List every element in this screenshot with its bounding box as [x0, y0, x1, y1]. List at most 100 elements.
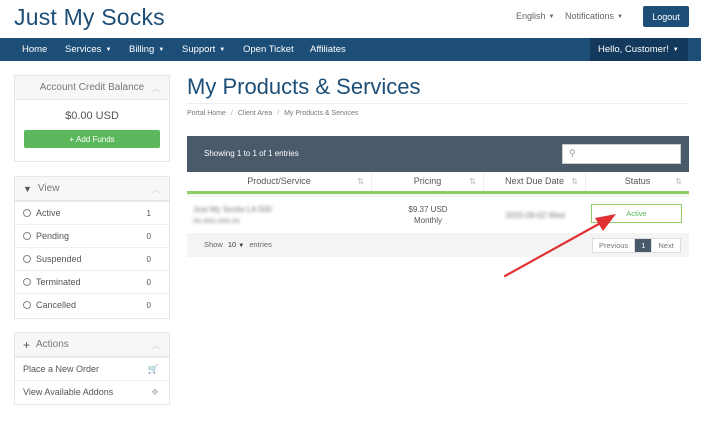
- radio-icon: [23, 209, 31, 217]
- caret-down-icon: ▼: [672, 47, 679, 53]
- plus-icon: +: [69, 134, 74, 144]
- sort-icon: ⇅: [571, 177, 578, 186]
- filter-label: Terminated: [36, 277, 81, 287]
- filter-active[interactable]: Active 1: [15, 201, 169, 224]
- pagination-previous[interactable]: Previous: [593, 239, 634, 252]
- filter-suspended[interactable]: Suspended 0: [15, 247, 169, 270]
- nav-services[interactable]: Services ▼: [65, 38, 111, 61]
- radio-icon: [23, 255, 31, 263]
- products-table: Showing 1 to 1 of 1 entries ⚲ Product/Se…: [187, 136, 689, 257]
- breadcrumb: Portal Home / Client Area / My Products & Se…: [187, 103, 689, 123]
- nav-open-ticket-label: Open Ticket: [243, 44, 294, 55]
- billing-cycle: Monthly: [413, 216, 442, 225]
- column-product-service[interactable]: Product/Service ⇅: [187, 172, 372, 191]
- pagination: Previous 1 Next: [592, 238, 681, 253]
- filter-icon: ▼: [23, 183, 32, 194]
- filter-count: 1: [146, 208, 151, 218]
- pagination-next[interactable]: Next: [651, 239, 679, 252]
- nav-support-label: Support: [182, 44, 216, 55]
- search-icon: ⚲: [569, 148, 576, 158]
- place-new-order-link[interactable]: Place a New Order 🛒: [15, 357, 169, 380]
- nav-support[interactable]: Support ▼: [182, 38, 225, 61]
- product-cell[interactable]: Just My Socks LA 500 xx.xxx.xxx.xx: [187, 197, 337, 233]
- table-search-input[interactable]: ⚲: [562, 144, 681, 164]
- view-panel-header: ▼ View ︿: [15, 177, 169, 201]
- chevron-down-icon: ▼: [238, 243, 245, 249]
- caret-down-icon: ▼: [548, 14, 555, 20]
- top-bar: Just My Socks English ▼ Notifications ▼ Lo…: [0, 0, 701, 38]
- add-funds-button[interactable]: + Add Funds: [24, 130, 160, 148]
- breadcrumb-current: My Products & Services: [284, 110, 359, 117]
- table-row[interactable]: Just My Socks LA 500 xx.xxx.xxx.xx $9.37…: [187, 197, 689, 233]
- nav-billing[interactable]: Billing ▼: [129, 38, 164, 61]
- status-badge: Active: [591, 204, 682, 223]
- credit-panel-header: Account Credit Balance ︿: [15, 76, 169, 100]
- table-header: Product/Service ⇅ Pricing ⇅ Next Due Date ⇅…: [187, 172, 689, 194]
- nav-home[interactable]: Home: [22, 38, 47, 61]
- action-label: View Available Addons: [23, 387, 114, 397]
- main-navbar: Home Services ▼ Billing ▼ Support ▼ Open Ti…: [0, 38, 701, 61]
- column-label: Next Due Date: [504, 176, 565, 186]
- language-dropdown[interactable]: English ▼: [516, 11, 554, 21]
- user-greeting: Hello, Customer!: [598, 44, 669, 55]
- chevron-up-icon[interactable]: ︿: [152, 184, 160, 195]
- user-menu[interactable]: Hello, Customer! ▼: [590, 38, 688, 61]
- breadcrumb-separator: /: [277, 110, 280, 117]
- sort-icon: ⇅: [675, 177, 682, 186]
- price-amount: $9.37 USD: [408, 205, 448, 214]
- nav-services-label: Services: [65, 44, 102, 55]
- page-size-select[interactable]: 10 ▼: [228, 240, 244, 249]
- view-addons-link[interactable]: View Available Addons ❖: [15, 380, 169, 403]
- table-footer: Show 10 ▼ entries Previous 1 Next: [187, 233, 689, 257]
- credit-panel: Account Credit Balance ︿ $0.00 USD + Add …: [14, 75, 170, 162]
- chevron-up-icon[interactable]: ︿: [152, 83, 160, 94]
- language-label: English: [516, 11, 546, 21]
- credit-title: Account Credit Balance: [39, 82, 145, 93]
- notifications-label: Notifications: [565, 11, 615, 21]
- view-filter-panel: ▼ View ︿ Active 1 Pending 0 Suspended 0 Ter…: [14, 176, 170, 319]
- filter-label: Active: [36, 208, 61, 218]
- caret-down-icon: ▼: [617, 14, 623, 20]
- filter-cancelled[interactable]: Cancelled 0: [15, 293, 169, 316]
- breadcrumb-client-area[interactable]: Client Area: [238, 110, 272, 117]
- nav-open-ticket[interactable]: Open Ticket: [243, 38, 294, 61]
- filter-count: 0: [146, 254, 151, 264]
- nav-affiliates[interactable]: Affiliates: [310, 38, 346, 61]
- actions-panel-header: + Actions ︿: [15, 333, 169, 357]
- notifications-dropdown[interactable]: Notifications ▼: [565, 11, 623, 21]
- product-domain: xx.xxx.xxx.xx: [193, 216, 240, 225]
- filter-count: 0: [146, 300, 151, 310]
- column-pricing[interactable]: Pricing ⇅: [372, 172, 484, 191]
- nav-affiliates-label: Affiliates: [310, 44, 346, 55]
- filter-count: 0: [146, 277, 151, 287]
- radio-icon: [23, 301, 31, 309]
- pagination-page-1[interactable]: 1: [634, 239, 652, 252]
- logout-button[interactable]: Logout: [643, 6, 689, 27]
- sort-icon: ⇅: [469, 177, 476, 186]
- entries-label: entries: [249, 240, 272, 249]
- table-toolbar: Showing 1 to 1 of 1 entries ⚲: [187, 136, 689, 172]
- view-title: View: [37, 183, 60, 194]
- credit-amount: $0.00 USD: [65, 110, 119, 122]
- page-size-value: 10: [227, 240, 237, 249]
- filter-terminated[interactable]: Terminated 0: [15, 270, 169, 293]
- chevron-up-icon[interactable]: ︿: [152, 340, 160, 351]
- column-status[interactable]: Status ⇅: [586, 172, 689, 191]
- sort-icon: ⇅: [357, 177, 364, 186]
- entries-info: Showing 1 to 1 of 1 entries: [204, 149, 299, 158]
- filter-label: Suspended: [36, 254, 82, 264]
- filter-pending[interactable]: Pending 0: [15, 224, 169, 247]
- column-label: Pricing: [413, 176, 442, 186]
- breadcrumb-portal-home[interactable]: Portal Home: [187, 110, 226, 117]
- radio-icon: [23, 278, 31, 286]
- actions-title: Actions: [36, 339, 69, 350]
- radio-icon: [23, 232, 31, 240]
- column-next-due-date[interactable]: Next Due Date ⇅: [484, 172, 586, 191]
- cart-icon: 🛒: [147, 364, 159, 374]
- breadcrumb-separator: /: [230, 110, 233, 117]
- filter-label: Pending: [36, 231, 70, 241]
- cubes-icon: ❖: [150, 387, 159, 397]
- brand-logo[interactable]: Just My Socks: [14, 4, 165, 31]
- plus-icon: +: [23, 337, 31, 352]
- filter-label: Cancelled: [36, 300, 77, 310]
